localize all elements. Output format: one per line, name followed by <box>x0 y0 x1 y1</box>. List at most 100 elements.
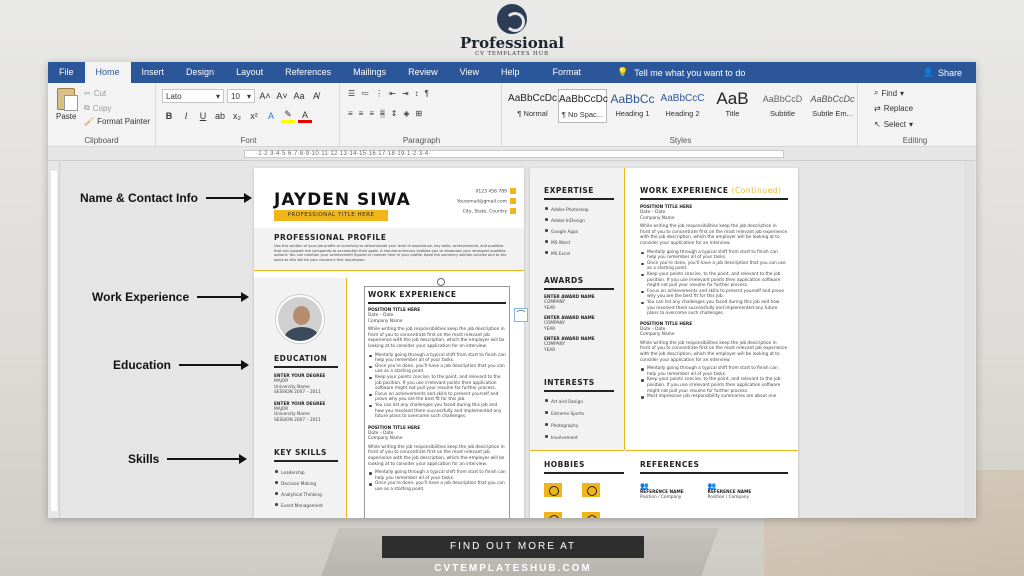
list-item: You can list any challenges you faced du… <box>640 300 788 317</box>
style-sample: AaBbCcC <box>660 93 705 104</box>
tab-format[interactable]: Format <box>531 62 604 83</box>
editing-label: Editing <box>902 136 928 145</box>
vertical-ruler[interactable] <box>48 161 60 518</box>
justify-icon[interactable]: ≡ <box>380 109 385 118</box>
find-button[interactable]: ⌕ Find ▾ <box>874 88 904 98</box>
subscript-icon[interactable]: x₂ <box>230 111 244 121</box>
clear-formatting-icon[interactable]: A̸ <box>309 91 323 101</box>
show-marks-icon[interactable]: ¶ <box>425 89 429 98</box>
footer-banner[interactable]: FIND OUT MORE AT CVTEMPLATESHUB.COM <box>382 536 644 574</box>
shading-icon[interactable]: ◈ <box>403 109 409 118</box>
job-bullets: Mentally going through a typical shift f… <box>368 353 506 420</box>
copy-button[interactable]: ⧉ Copy <box>84 103 111 113</box>
bullets-icon[interactable]: ☰ <box>348 89 355 98</box>
tab-layout[interactable]: Layout <box>225 62 274 83</box>
style-title[interactable]: AaB Title <box>708 89 757 123</box>
work-experience-textbox[interactable]: WORK EXPERIENCE POSITION TITLE HERE Date… <box>364 286 510 518</box>
style-sample: AaBbCcDc <box>559 94 608 105</box>
grow-font-icon[interactable]: A˄ <box>258 91 272 101</box>
line-spacing-icon[interactable]: ⇕ <box>391 109 398 118</box>
company-name: Company Name <box>368 318 403 324</box>
tab-help[interactable]: Help <box>490 62 531 83</box>
font-size-dropdown[interactable]: 10 ▾ <box>227 89 255 103</box>
search-icon: ⌕ <box>874 88 879 97</box>
bold-icon[interactable]: B <box>162 111 176 121</box>
share-button[interactable]: 👤 Share <box>923 67 976 78</box>
tell-me-box[interactable]: 💡 Tell me what you want to do <box>617 67 745 78</box>
change-case-icon[interactable]: Aa <box>292 91 306 101</box>
increase-indent-icon[interactable]: ⇥ <box>402 89 409 98</box>
sort-icon[interactable]: ↕ <box>415 89 419 98</box>
tab-file[interactable]: File <box>48 62 85 83</box>
resume-page-2[interactable]: EXPERTISE Adobe Photoshop Adobe InDesign… <box>530 168 798 518</box>
borders-icon[interactable]: ⊞ <box>416 109 423 118</box>
list-item: Keep your points concise, to the point, … <box>640 272 788 289</box>
resume-title-bar[interactable]: PROFESSIONAL TITLE HERE <box>274 210 388 221</box>
cursor-icon: ↖ <box>874 120 881 129</box>
people-icon: 👥 <box>707 482 717 490</box>
superscript-icon[interactable]: x² <box>247 111 261 121</box>
vertical-scrollbar[interactable] <box>964 161 974 518</box>
rotate-handle-icon[interactable] <box>437 278 445 286</box>
reference-position: Position / Company <box>707 495 750 500</box>
italic-icon[interactable]: I <box>179 111 193 121</box>
layout-options-icon[interactable]: ⌒ <box>514 308 528 322</box>
brand-logo-icon <box>497 4 527 34</box>
paste-button[interactable]: Paste <box>56 88 79 121</box>
job-intro: While writing the job responsibilities k… <box>368 327 505 349</box>
select-button[interactable]: ↖ Select ▾ <box>874 120 913 129</box>
tab-design[interactable]: Design <box>175 62 225 83</box>
job-intro: While writing the job responsibilities k… <box>368 444 505 467</box>
style-no-spacing[interactable]: AaBbCcDc ¶ No Spac... <box>558 89 608 123</box>
replace-button[interactable]: ⇄ Replace <box>874 104 913 113</box>
tab-home[interactable]: Home <box>84 62 131 83</box>
tab-review[interactable]: Review <box>397 62 449 83</box>
shrink-font-icon[interactable]: A˅ <box>275 91 289 101</box>
list-item: Involvement <box>544 433 614 445</box>
text-effects-icon[interactable]: A <box>264 111 278 121</box>
underline-icon[interactable]: U <box>196 111 210 121</box>
books-icon <box>582 483 600 497</box>
profile-text[interactable]: Use this section of your job profile or … <box>274 244 510 262</box>
tab-view[interactable]: View <box>449 62 490 83</box>
numbering-icon[interactable]: ≔ <box>361 89 369 98</box>
list-item: MS Word <box>544 238 614 249</box>
multilevel-list-icon[interactable]: ⋮ <box>375 89 383 98</box>
highlight-icon[interactable]: ✎ <box>281 109 295 123</box>
format-painter-button[interactable]: 🖌 Format Painter <box>84 117 150 126</box>
profile-photo[interactable] <box>276 295 324 343</box>
styles-label: Styles <box>669 136 692 145</box>
horizontal-ruler[interactable]: ·1·2·3·4·5·6·7·8·9·10·11·12·13·14·15·16·… <box>48 147 976 161</box>
style-heading-2[interactable]: AaBbCcC Heading 2 <box>658 89 707 123</box>
tab-references[interactable]: References <box>274 62 342 83</box>
list-item: Decision Making <box>274 479 338 490</box>
arrow-right-icon <box>197 292 250 302</box>
font-name-dropdown[interactable]: Lato ▾ <box>162 89 224 103</box>
brand-subtitle: CV TEMPLATES HUB <box>475 51 549 57</box>
style-subtle-emphasis[interactable]: AaBbCcDc Subtle Em... <box>808 89 857 123</box>
font-color-icon[interactable]: A <box>298 110 312 123</box>
expertise-list: Adobe Photoshop Adobe InDesign Google Ap… <box>544 205 614 260</box>
align-right-icon[interactable]: ≡ <box>369 109 374 118</box>
job-intro: While writing the job responsibilities k… <box>640 224 788 246</box>
list-item: Mentally going through a typical shift f… <box>640 250 788 261</box>
format-painter-label: Format Painter <box>97 117 151 126</box>
decrease-indent-icon[interactable]: ⇤ <box>389 89 396 98</box>
list-item: Leadership <box>274 468 338 479</box>
style-heading-1[interactable]: AaBbCc Heading 1 <box>608 89 657 123</box>
style-subtitle[interactable]: AaBbCcD Subtitle <box>758 89 807 123</box>
strikethrough-icon[interactable]: ab <box>213 111 227 121</box>
contact-email-text: Youremail@gmail.com <box>457 199 507 205</box>
cut-button[interactable]: ✂ Cut <box>84 89 106 98</box>
style-name: Title <box>725 109 740 118</box>
resume-page-1[interactable]: JAYDEN SIWA PROFESSIONAL TITLE HERE 0123… <box>254 168 524 518</box>
tab-insert[interactable]: Insert <box>131 62 176 83</box>
align-left-icon[interactable]: ≡ <box>348 109 353 118</box>
resume-name[interactable]: JAYDEN SIWA <box>274 190 411 210</box>
align-center-icon[interactable]: ≡ <box>359 109 364 118</box>
tab-mailings[interactable]: Mailings <box>342 62 397 83</box>
style-normal[interactable]: AaBbCcDc ¶ Normal <box>508 89 557 123</box>
company-name: Company Name <box>368 436 403 442</box>
interests-heading: INTERESTS <box>544 378 595 387</box>
style-name: Heading 1 <box>615 109 650 118</box>
